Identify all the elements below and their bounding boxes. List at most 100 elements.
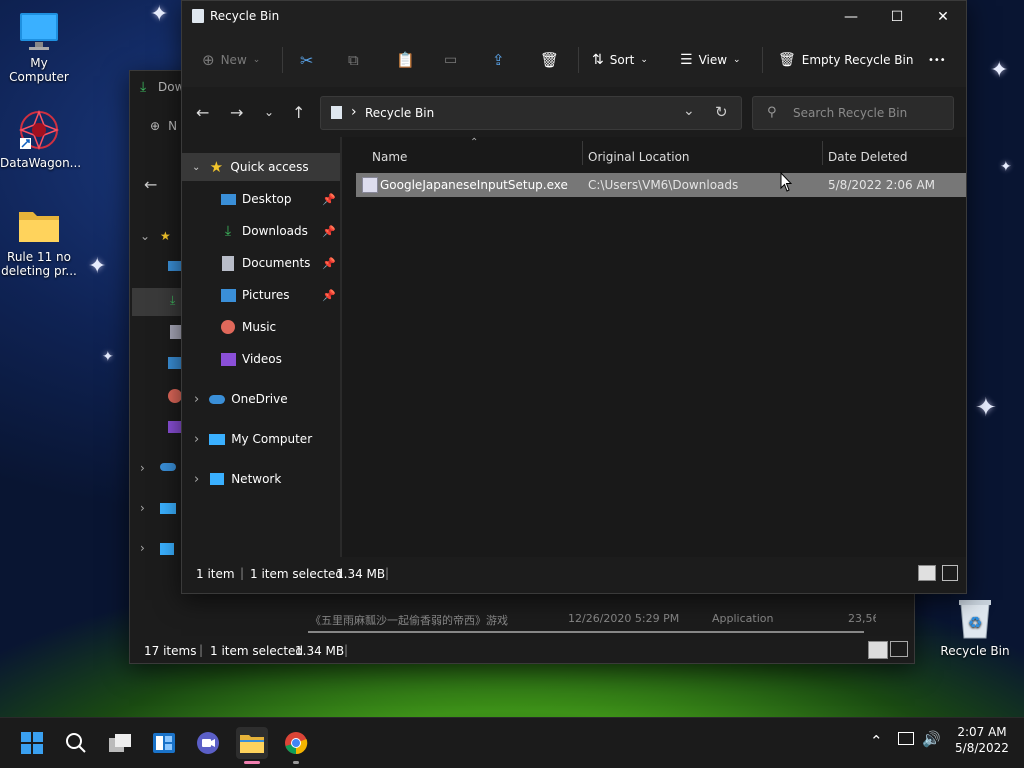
widgets-button[interactable] <box>148 727 180 759</box>
star-decoration: ✦ <box>990 58 1009 83</box>
file-size: 23,569 KB <box>848 612 876 627</box>
column-header-original-location[interactable]: Original Location <box>588 143 690 171</box>
new-button[interactable]: ⊕ New ⌄ <box>202 49 260 71</box>
network-icon <box>160 543 174 555</box>
chevron-down-icon: ⌄ <box>264 105 275 119</box>
tiles-view-icon[interactable] <box>890 641 908 657</box>
volume-icon[interactable]: 🔊 <box>922 730 941 748</box>
forward-button[interactable]: → <box>230 103 243 122</box>
empty-recycle-bin-button[interactable]: 🗑 Empty Recycle Bin <box>778 49 913 71</box>
chat-button[interactable] <box>192 727 224 759</box>
delete-button[interactable]: 🗑 <box>540 49 559 71</box>
desktop-icon-my-computer[interactable]: My Computer <box>0 10 78 84</box>
sort-button[interactable]: ⇅ Sort ⌄ <box>592 49 648 71</box>
chevron-down-icon[interactable]: ⌄ <box>140 229 150 243</box>
computer-icon <box>209 431 226 447</box>
file-original-location: C:\Users\VM6\Downloads <box>588 178 739 192</box>
chevron-right-icon[interactable]: › <box>140 501 145 515</box>
sidebar-item-desktop[interactable]: Desktop 📌 <box>182 185 340 213</box>
scissors-icon: ✂ <box>300 50 314 70</box>
up-button[interactable]: ↑ <box>292 103 305 122</box>
pin-icon[interactable]: 📌 <box>322 289 336 302</box>
task-view-button[interactable] <box>104 727 136 759</box>
details-view-button[interactable] <box>918 565 936 581</box>
network-status-icon[interactable] <box>898 732 914 745</box>
column-header-date-deleted[interactable]: Date Deleted <box>828 143 908 171</box>
chevron-right-icon: › <box>194 391 200 407</box>
sort-icon: ⇅ <box>592 52 604 68</box>
pin-icon[interactable]: 📌 <box>322 225 336 238</box>
search-input[interactable]: ⚲ Search Recycle Bin <box>752 96 954 130</box>
share-button[interactable]: ⇪ <box>492 49 505 71</box>
download-icon: ⤓ <box>140 79 147 95</box>
chevron-right-icon[interactable]: › <box>140 461 145 475</box>
sidebar-item-quick-access[interactable]: ⌄ ★ Quick access <box>182 153 340 181</box>
pin-icon[interactable]: 📌 <box>322 193 336 206</box>
sidebar-item-onedrive[interactable]: › OneDrive <box>182 385 340 413</box>
task-view-icon <box>109 734 131 752</box>
desktop-icon-recycle-bin[interactable]: ♻ Recycle Bin <box>936 596 1014 658</box>
status-divider: | <box>385 566 390 580</box>
desktop-icon-datawagon[interactable]: DataWagon... <box>0 108 82 170</box>
recycle-bin-window[interactable]: Recycle Bin — ☐ ✕ ⊕ New ⌄ ✂ ⧉ 📋 ▭ ⇪ 🗑 ⇅ … <box>181 0 967 594</box>
chevron-right-icon[interactable]: › <box>140 541 145 555</box>
cut-button[interactable]: ✂ <box>300 49 313 71</box>
star-decoration: ✦ <box>975 393 997 423</box>
chrome-button[interactable] <box>280 727 312 759</box>
horizontal-scrollbar[interactable] <box>308 631 864 633</box>
folder-icon <box>240 735 264 753</box>
title-bar[interactable]: Recycle Bin — ☐ ✕ <box>182 1 966 33</box>
file-name: GoogleJapaneseInputSetup.exe <box>380 178 568 192</box>
document-icon <box>220 255 236 271</box>
column-header-name[interactable]: Name <box>372 143 407 171</box>
sidebar-item-documents[interactable]: Documents 📌 <box>182 249 340 277</box>
refresh-button[interactable]: ↻ <box>715 103 728 121</box>
status-selected: 1 item selected <box>250 567 344 581</box>
paste-button[interactable]: 📋 <box>396 49 415 71</box>
copy-button[interactable]: ⧉ <box>348 49 359 71</box>
recent-locations-button[interactable]: ⌄ <box>264 105 274 119</box>
maximize-button[interactable]: ☐ <box>874 1 920 33</box>
search-button[interactable] <box>60 727 92 759</box>
back-button[interactable]: ← <box>196 103 209 122</box>
file-explorer-taskbar-button[interactable] <box>236 727 268 759</box>
sidebar-item-music[interactable]: Music <box>182 313 340 341</box>
clock[interactable]: 2:07 AM 5/8/2022 <box>948 724 1016 756</box>
sidebar-item-downloads[interactable]: ⤓ Downloads 📌 <box>182 217 340 245</box>
status-bar: 17 items | 1 item selected 1.34 MB | <box>130 637 914 663</box>
start-button[interactable] <box>16 727 48 759</box>
table-row[interactable]: GoogleJapaneseInputSetup.exe C:\Users\VM… <box>356 173 966 197</box>
details-view-icon[interactable] <box>868 641 888 659</box>
rename-button[interactable]: ▭ <box>444 49 457 71</box>
desktop-icon-label: DataWagon... <box>0 156 82 170</box>
more-options-button[interactable]: ••• <box>928 49 946 71</box>
trash-icon: 🗑 <box>540 51 560 69</box>
view-button-label: View <box>698 53 728 67</box>
cloud-icon <box>209 391 226 407</box>
status-size: 1.34 MB <box>336 567 386 581</box>
sidebar-item-pictures[interactable]: Pictures 📌 <box>182 281 340 309</box>
desktop-icon-rule-folder[interactable]: Rule 11 no deleting pr... <box>0 206 78 278</box>
downloads-nav-icon: ⤓ <box>170 293 176 307</box>
show-hidden-icons-button[interactable]: ⌃ <box>870 732 883 750</box>
file-row[interactable]: 《五里雨麻瓢沙一起偷香弱的帝西》游戏 12/26/2020 5:29 PM Ap… <box>306 611 876 627</box>
address-history-button[interactable]: ⌄ <box>683 103 695 119</box>
plus-icon: ⊕ <box>150 119 161 133</box>
view-button[interactable]: ☰ View ⌄ <box>680 49 741 71</box>
address-bar[interactable]: › Recycle Bin ⌄ ↻ <box>320 96 742 130</box>
recycle-bin-icon <box>192 9 204 23</box>
download-icon: ⤓ <box>224 223 232 239</box>
new-button[interactable]: ⊕ N <box>150 119 177 133</box>
column-divider[interactable] <box>822 141 823 165</box>
network-icon <box>209 471 225 487</box>
minimize-button[interactable]: — <box>828 1 874 33</box>
sidebar-item-network[interactable]: › Network <box>182 465 340 493</box>
sidebar-item-videos[interactable]: Videos <box>182 345 340 373</box>
back-arrow-icon[interactable]: ← <box>144 175 157 194</box>
tiles-view-button[interactable] <box>942 565 958 581</box>
breadcrumb[interactable]: Recycle Bin <box>365 106 434 120</box>
column-divider[interactable] <box>582 141 583 165</box>
close-button[interactable]: ✕ <box>920 1 966 33</box>
pin-icon[interactable]: 📌 <box>322 257 336 270</box>
sidebar-item-my-computer[interactable]: › My Computer <box>182 425 340 453</box>
